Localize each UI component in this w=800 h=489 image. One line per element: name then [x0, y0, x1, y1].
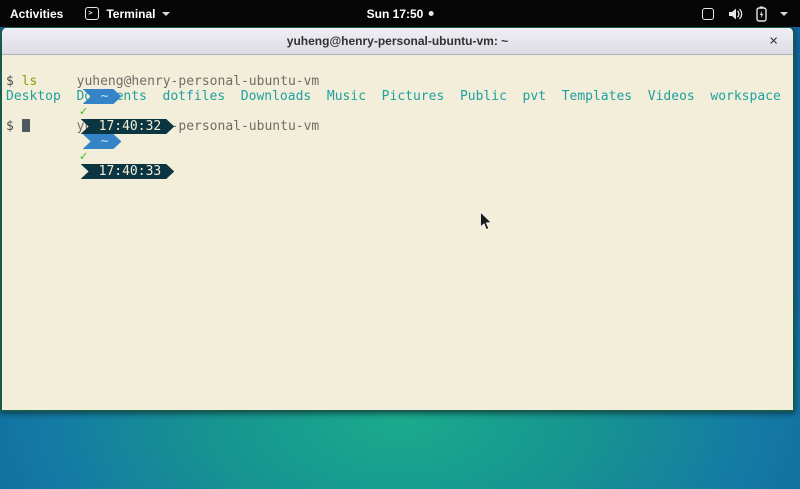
terminal-cursor [22, 119, 30, 132]
command-text: ls [22, 74, 38, 89]
prompt-user-host: yuheng@henry-personal-ubuntu-vm [77, 74, 320, 89]
directory-name: Pictures [382, 89, 445, 104]
directory-name: workspace [710, 89, 780, 104]
terminal-icon: > [85, 7, 99, 20]
ls-output-line: DesktopDocumentsdotfilesDownloadsMusicPi… [6, 89, 793, 104]
screen-icon [702, 8, 714, 20]
directory-name: Downloads [241, 89, 311, 104]
directory-name: Templates [562, 89, 632, 104]
directory-name: dotfiles [163, 89, 226, 104]
close-button[interactable]: × [769, 34, 778, 49]
volume-icon [727, 7, 743, 21]
prompt-line: yuheng@henry-personal-ubuntu-vm ~ ✓ 17:4… [6, 59, 793, 74]
status-check-icon: ✓ [80, 104, 88, 119]
clock-label: Sun 17:50 [367, 7, 424, 21]
notification-dot-icon [428, 11, 433, 16]
prompt-cwd-segment: ~ [83, 134, 122, 149]
top-bar: Activities > Terminal Sun 17:50 [0, 0, 800, 27]
prompt-symbol: $ [6, 74, 14, 89]
directory-name: Desktop [6, 89, 61, 104]
chevron-down-icon [162, 12, 170, 16]
terminal-content[interactable]: yuheng@henry-personal-ubuntu-vm ~ ✓ 17:4… [2, 56, 793, 410]
prompt-symbol: $ [6, 119, 14, 134]
prompt-line: yuheng@henry-personal-ubuntu-vm ~ ✓ 17:4… [6, 104, 793, 119]
status-check-icon: ✓ [80, 149, 88, 164]
prompt-time-segment: 17:40:32 [81, 119, 175, 134]
app-menu-label: Terminal [106, 7, 155, 21]
activities-button[interactable]: Activities [0, 0, 75, 27]
window-titlebar[interactable]: yuheng@henry-personal-ubuntu-vm: ~ × [2, 28, 793, 55]
directory-name: Music [327, 89, 366, 104]
battery-charging-icon [756, 6, 767, 22]
directory-name: pvt [523, 89, 546, 104]
clock-button[interactable]: Sun 17:50 [367, 0, 434, 27]
directory-name: Public [460, 89, 507, 104]
app-menu-button[interactable]: > Terminal [75, 0, 180, 27]
window-title: yuheng@henry-personal-ubuntu-vm: ~ [287, 34, 508, 48]
terminal-window: yuheng@henry-personal-ubuntu-vm: ~ × yuh… [0, 27, 795, 412]
prompt-time-segment: 17:40:33 [81, 164, 175, 179]
chevron-down-icon [780, 12, 788, 16]
directory-name: Videos [648, 89, 695, 104]
system-tray-button[interactable] [694, 0, 796, 27]
mouse-cursor-icon [479, 211, 493, 232]
desktop-background: Activities > Terminal Sun 17:50 [0, 0, 800, 489]
